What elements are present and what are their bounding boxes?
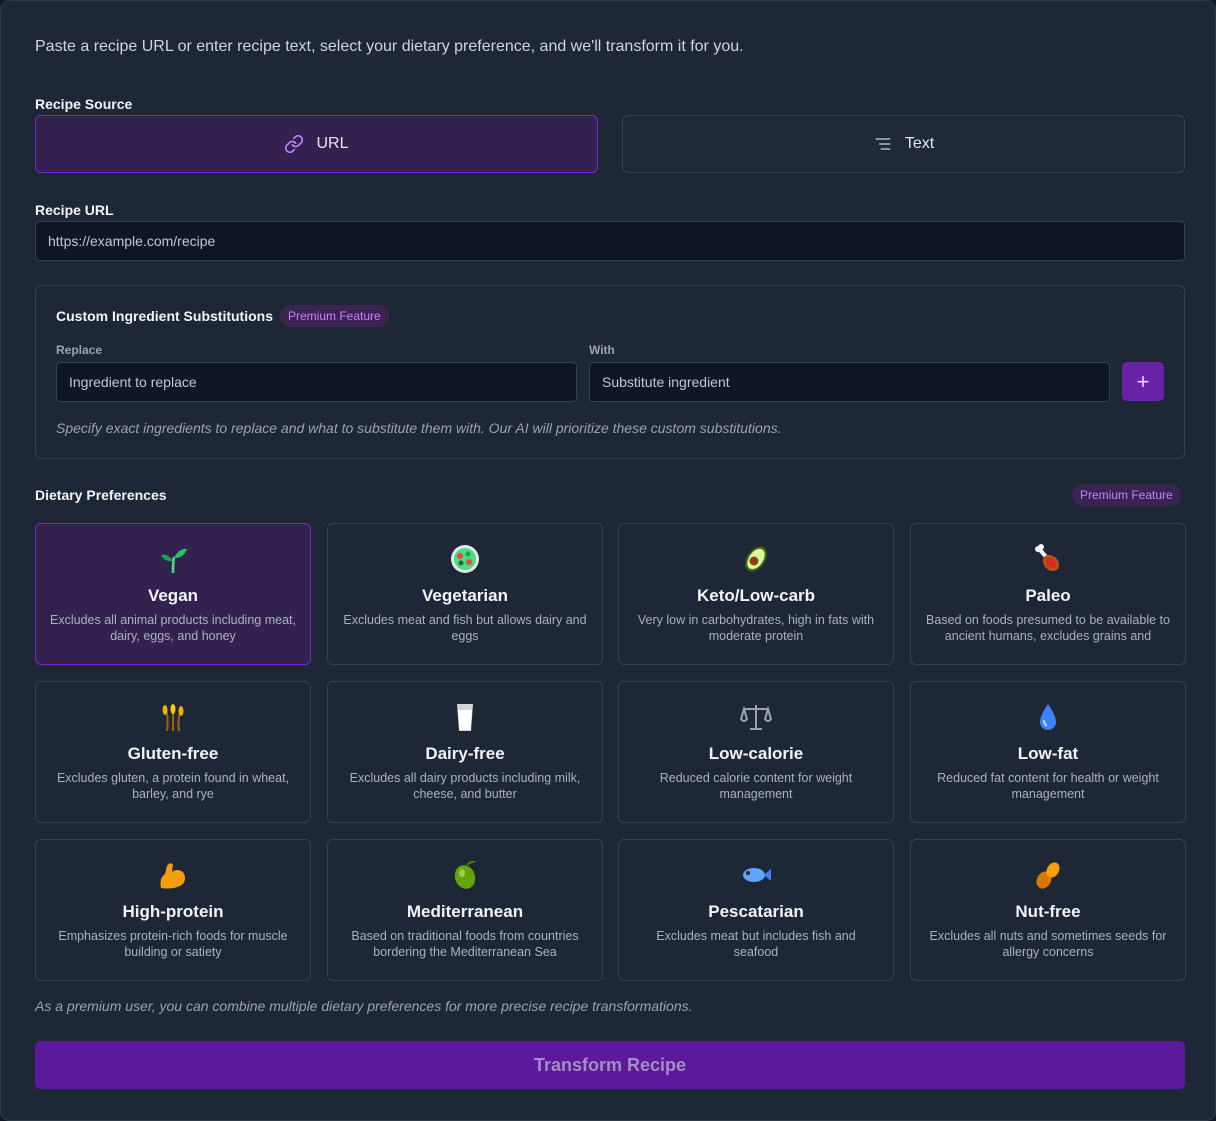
- diet-card-name: Gluten-free: [127, 744, 219, 763]
- droplet-icon: [911, 702, 1185, 732]
- diet-card-gluten-free[interactable]: Gluten-free Excludes gluten, a protein f…: [35, 681, 311, 823]
- diet-card-vegan[interactable]: Vegan Excludes all animal products inclu…: [35, 523, 311, 665]
- add-substitution-button[interactable]: +: [1122, 362, 1164, 401]
- diet-card-name: Vegan: [147, 586, 199, 605]
- diet-card-name: Low-calorie: [708, 744, 804, 763]
- diet-card-name: High-protein: [122, 902, 224, 921]
- diet-card-name: Low-fat: [1017, 744, 1079, 763]
- diet-card-mediterranean[interactable]: Mediterranean Based on traditional foods…: [327, 839, 603, 981]
- diet-card-low-fat[interactable]: Low-fat Reduced fat content for health o…: [910, 681, 1186, 823]
- recipe-transform-panel: Paste a recipe URL or enter recipe text,…: [0, 0, 1216, 1121]
- text-lines-icon: [873, 134, 893, 154]
- avocado-icon: [619, 544, 893, 574]
- dietary-preferences-label: Dietary Preferences: [35, 487, 167, 503]
- diet-card-desc: Based on foods presumed to be available …: [926, 613, 1170, 646]
- salad-icon: [328, 544, 602, 574]
- diet-card-pescatarian[interactable]: Pescatarian Excludes meat but includes f…: [618, 839, 894, 981]
- seedling-icon: [36, 544, 310, 574]
- meat-on-bone-icon: [911, 544, 1185, 574]
- diet-card-name: Keto/Low-carb: [696, 586, 816, 605]
- diet-card-high-protein[interactable]: High-protein Emphasizes protein-rich foo…: [35, 839, 311, 981]
- diet-card-desc: Excludes all animal products including m…: [50, 613, 296, 643]
- source-text-label: Text: [904, 135, 935, 152]
- recipe-source-label: Recipe Source: [35, 96, 133, 112]
- diet-card-desc: Very low in carbohydrates, high in fats …: [637, 613, 875, 643]
- transform-recipe-button[interactable]: Transform Recipe: [35, 1041, 1185, 1089]
- replace-input[interactable]: [56, 362, 577, 402]
- source-url-button[interactable]: URL: [35, 115, 598, 173]
- flexed-biceps-icon: [36, 860, 310, 890]
- with-label: With: [589, 343, 615, 357]
- diet-card-desc: Based on traditional foods from countrie…: [351, 929, 579, 959]
- olive-icon: [328, 860, 602, 890]
- diet-card-desc: Excludes meat but includes fish and seaf…: [656, 929, 856, 959]
- balance-scale-icon: [619, 702, 893, 732]
- fish-icon: [619, 860, 893, 890]
- diet-card-desc: Emphasizes protein-rich foods for muscle…: [58, 929, 288, 959]
- diet-card-keto[interactable]: Keto/Low-carb Very low in carbohydrates,…: [618, 523, 894, 665]
- diet-card-desc: Excludes all dairy products including mi…: [349, 771, 581, 801]
- diet-card-name: Mediterranean: [406, 902, 524, 921]
- intro-text: Paste a recipe URL or enter recipe text,…: [35, 38, 744, 55]
- diet-card-desc: Excludes meat and fish but allows dairy …: [343, 613, 587, 643]
- substitutions-hint: Specify exact ingredients to replace and…: [56, 420, 782, 436]
- substitutions-title: Custom Ingredient Substitutions: [56, 308, 273, 324]
- link-icon: [284, 134, 304, 154]
- premium-badge: Premium Feature: [280, 305, 389, 327]
- diet-card-name: Vegetarian: [422, 586, 508, 605]
- recipe-url-input[interactable]: [35, 221, 1185, 261]
- replace-label: Replace: [56, 343, 103, 357]
- diet-card-name: Nut-free: [1015, 902, 1081, 921]
- diet-card-desc: Excludes gluten, a protein found in whea…: [56, 771, 290, 801]
- plus-icon: +: [1136, 368, 1150, 394]
- diet-card-nut-free[interactable]: Nut-free Excludes all nuts and sometimes…: [910, 839, 1186, 981]
- premium-combine-note: As a premium user, you can combine multi…: [35, 998, 693, 1014]
- dietary-premium-badge: Premium Feature: [1072, 484, 1181, 506]
- source-text-button[interactable]: Text: [622, 115, 1185, 173]
- diet-card-desc: Reduced fat content for health or weight…: [937, 771, 1159, 801]
- milk-glass-icon: [328, 702, 602, 732]
- diet-card-name: Dairy-free: [425, 744, 505, 763]
- diet-card-desc: Excludes all nuts and sometimes seeds fo…: [929, 929, 1167, 959]
- diet-card-name: Paleo: [1025, 586, 1071, 605]
- peanuts-icon: [911, 860, 1185, 890]
- with-input[interactable]: [589, 362, 1110, 402]
- diet-card-low-calorie[interactable]: Low-calorie Reduced calorie content for …: [618, 681, 894, 823]
- diet-card-desc: Reduced calorie content for weight manag…: [659, 771, 853, 801]
- rice-sheaf-icon: [36, 702, 310, 732]
- diet-card-vegetarian[interactable]: Vegetarian Excludes meat and fish but al…: [327, 523, 603, 665]
- diet-card-paleo[interactable]: Paleo Based on foods presumed to be avai…: [910, 523, 1186, 665]
- recipe-url-label: Recipe URL: [35, 202, 114, 218]
- source-url-label: URL: [316, 135, 349, 152]
- diet-card-name: Pescatarian: [708, 902, 804, 921]
- diet-card-dairy-free[interactable]: Dairy-free Excludes all dairy products i…: [327, 681, 603, 823]
